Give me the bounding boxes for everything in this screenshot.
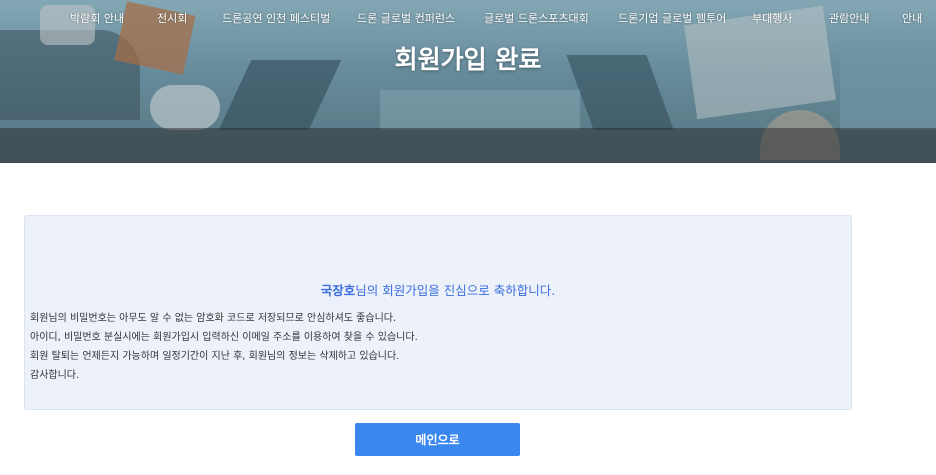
nav-item-guide[interactable]: 안내 (902, 10, 922, 26)
nav-item-drone-sports[interactable]: 글로벌 드론스포츠대회 (484, 10, 589, 26)
nav-item-visitor-guide[interactable]: 관람안내 (829, 10, 869, 26)
greeting-text: 님의 회원가입을 진심으로 축하합니다. (355, 283, 556, 298)
signup-complete-box: 국장호님의 회원가입을 진심으로 축하합니다. 회원님의 비밀번호는 아무도 알… (24, 215, 852, 410)
nav-item-side-events[interactable]: 부대행사 (752, 10, 792, 26)
go-main-button[interactable]: 메인으로 (355, 423, 520, 456)
nav-item-expo-info[interactable]: 박람회 안내 (70, 10, 124, 26)
greeting-message: 국장호님의 회원가입을 진심으로 축하합니다. (25, 280, 851, 299)
info-line-recovery: 아이디, 비밀번호 분실시에는 회원가입시 입력하신 이메일 주소를 이용하여 … (30, 332, 418, 343)
info-line-withdrawal: 회원 탈퇴는 언제든지 가능하며 일정기간이 지난 후, 회원님의 정보는 삭제… (30, 351, 400, 362)
nav-item-global-conference[interactable]: 드론 글로벌 컨퍼런스 (357, 10, 455, 26)
nav-item-exhibition[interactable]: 전시회 (157, 10, 187, 26)
top-nav: 박람회 안내 전시회 드론공연 인천 페스티벌 드론 글로벌 컨퍼런스 글로벌 … (0, 0, 936, 32)
info-line-password: 회원님의 비밀번호는 아무도 알 수 없는 암호화 코드로 저장되므로 안심하셔… (30, 313, 397, 324)
banner-dark-band (0, 128, 936, 163)
nav-item-drone-festival[interactable]: 드론공연 인천 페스티벌 (222, 10, 330, 26)
page-title: 회원가입 완료 (394, 45, 542, 74)
nav-item-global-tour[interactable]: 드론기업 글로벌 펨투어 (618, 10, 726, 26)
hero-banner: 박람회 안내 전시회 드론공연 인천 페스티벌 드론 글로벌 컨퍼런스 글로벌 … (0, 0, 936, 163)
info-lines: 회원님의 비밀번호는 아무도 알 수 없는 암호화 코드로 저장되므로 안심하셔… (30, 309, 418, 385)
user-name: 국장호 (320, 283, 356, 298)
info-line-thanks: 감사합니다. (30, 370, 80, 381)
